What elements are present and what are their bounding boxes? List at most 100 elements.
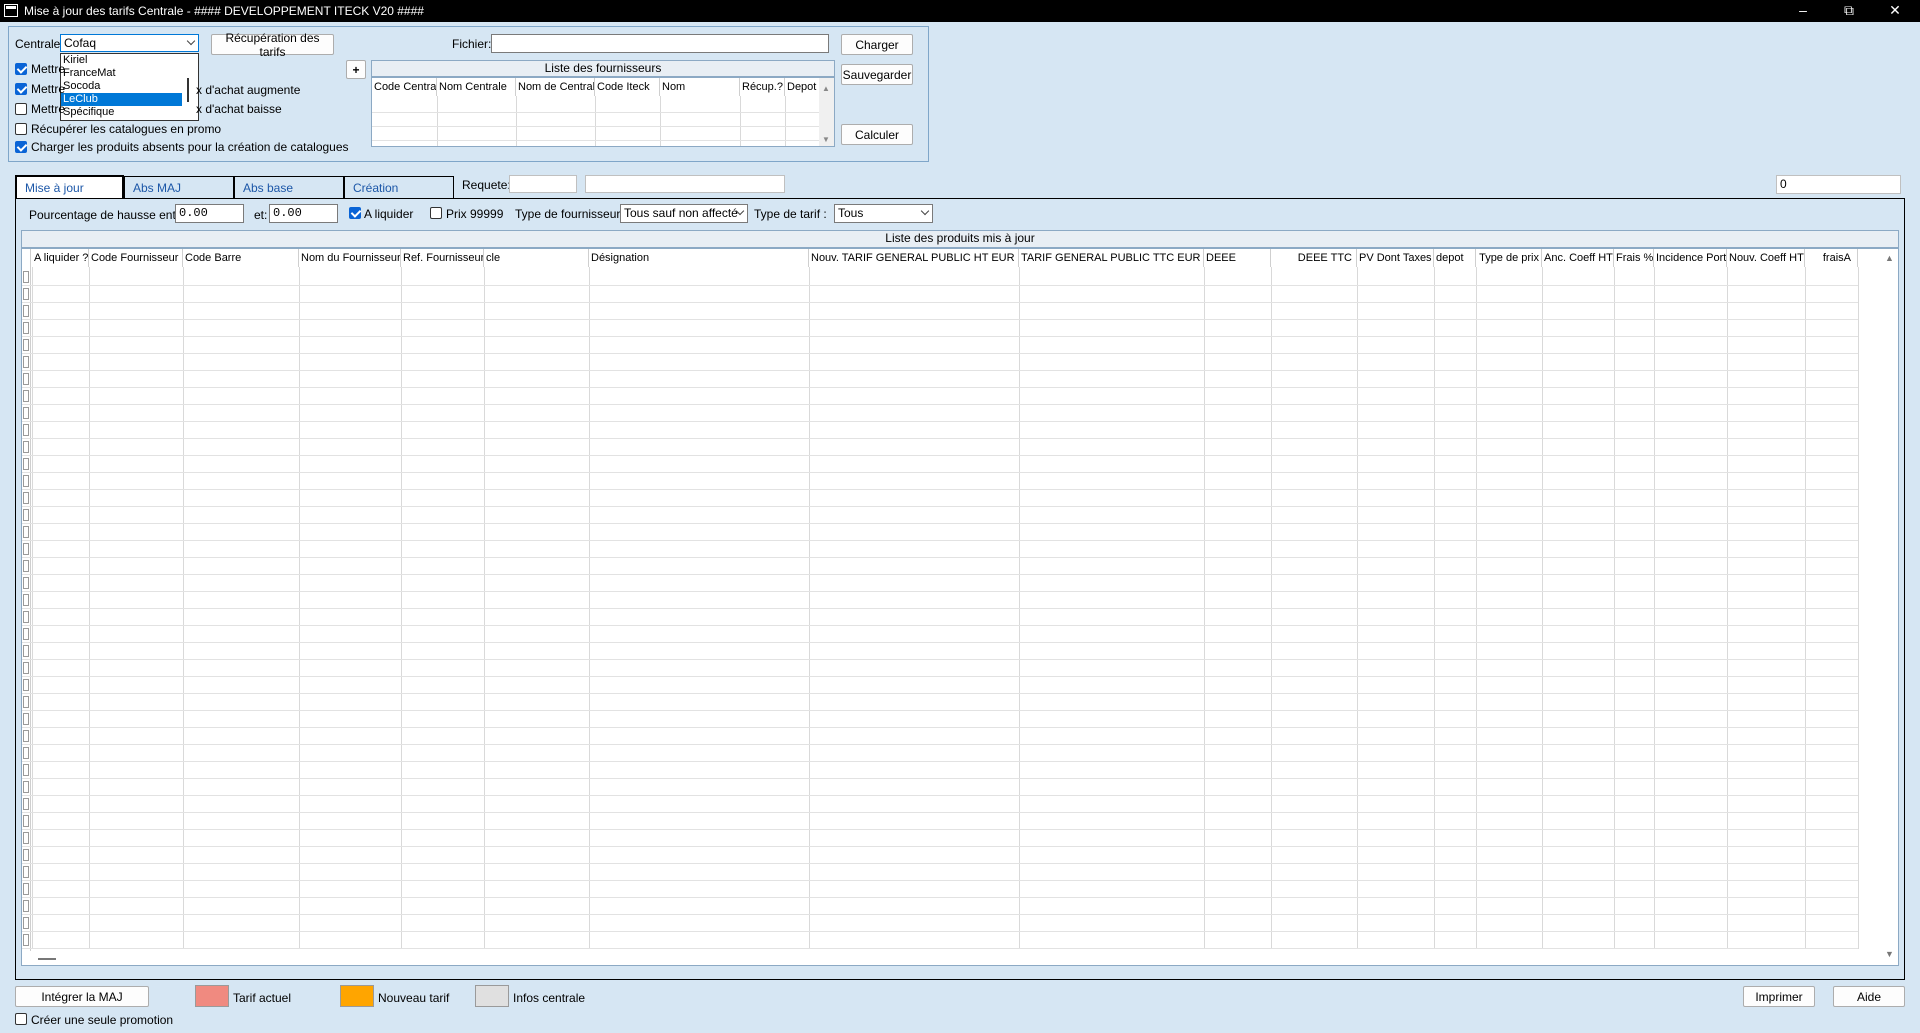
produits-scrollbar[interactable]: ▲ ▼ xyxy=(1881,249,1898,965)
row-selector[interactable] xyxy=(23,407,29,419)
tab-abs-maj[interactable]: Abs MAJ xyxy=(124,176,234,198)
row-selector[interactable] xyxy=(23,322,29,334)
row-selector[interactable] xyxy=(23,849,29,861)
dropdown-option-selected[interactable]: LeClub xyxy=(61,93,182,106)
column-header[interactable]: Anc. Coeff HT xyxy=(1542,249,1614,267)
column-header[interactable]: Frais % xyxy=(1614,249,1654,267)
minimize-button[interactable]: – xyxy=(1780,0,1826,22)
scroll-up-icon[interactable]: ▲ xyxy=(822,84,830,93)
row-selector[interactable] xyxy=(23,373,29,385)
row-selector[interactable] xyxy=(23,543,29,555)
row-selector[interactable] xyxy=(23,628,29,640)
column-header[interactable]: DEEE TTC xyxy=(1271,249,1357,267)
pourcentage-to-input[interactable]: 0.00 xyxy=(269,204,338,223)
dropdown-option[interactable]: Spécifique xyxy=(61,106,198,119)
a-liquider-checkbox[interactable] xyxy=(349,207,361,219)
row-selector[interactable] xyxy=(23,594,29,606)
pourcentage-from-input[interactable]: 0.00 xyxy=(175,204,244,223)
fichier-input[interactable] xyxy=(491,34,829,53)
column-header[interactable]: Récup.? xyxy=(740,78,785,96)
column-header[interactable]: Depot xyxy=(785,78,820,96)
row-selector[interactable] xyxy=(23,662,29,674)
row-selector[interactable] xyxy=(23,458,29,470)
row-selector[interactable] xyxy=(23,288,29,300)
row-selector[interactable] xyxy=(23,645,29,657)
mettre-checkbox-3[interactable] xyxy=(15,103,27,115)
row-selector[interactable] xyxy=(23,917,29,929)
scroll-up-icon[interactable]: ▲ xyxy=(1885,253,1894,263)
dropdown-scrollbar[interactable] xyxy=(187,78,189,102)
row-selector[interactable] xyxy=(23,611,29,623)
row-selector[interactable] xyxy=(23,798,29,810)
requete-input-2[interactable] xyxy=(585,175,785,193)
close-button[interactable]: ✕ xyxy=(1872,0,1918,22)
mettre-checkbox-2[interactable] xyxy=(15,83,27,95)
dropdown-option[interactable]: FranceMat xyxy=(61,67,198,80)
column-header[interactable]: Code Fournisseur xyxy=(89,249,183,267)
column-header[interactable]: Nom du Fournisseur xyxy=(299,249,401,267)
charger-button[interactable]: Charger xyxy=(841,34,913,55)
sauvegarder-button[interactable]: Sauvegarder xyxy=(841,64,913,85)
row-selector[interactable] xyxy=(23,764,29,776)
column-header[interactable]: Désignation xyxy=(589,249,809,267)
fournisseurs-scrollbar[interactable]: ▲ ▼ xyxy=(819,78,834,146)
column-header[interactable]: DEEE xyxy=(1204,249,1271,267)
row-selector[interactable] xyxy=(23,475,29,487)
row-selector[interactable] xyxy=(23,696,29,708)
centrale-select[interactable]: Cofaq xyxy=(60,34,199,52)
row-selector[interactable] xyxy=(23,832,29,844)
row-selector[interactable] xyxy=(23,339,29,351)
type-tarif-select[interactable]: Tous xyxy=(834,204,933,223)
integrer-maj-button[interactable]: Intégrer la MAJ xyxy=(15,986,149,1007)
row-selector[interactable] xyxy=(23,509,29,521)
scroll-down-icon[interactable]: ▼ xyxy=(822,135,830,144)
recuperation-tarifs-button[interactable]: Récupération des tarifs xyxy=(211,31,334,59)
row-selector[interactable] xyxy=(23,747,29,759)
row-selector[interactable] xyxy=(23,730,29,742)
row-selector[interactable] xyxy=(23,271,29,283)
creer-promo-checkbox[interactable] xyxy=(15,1013,27,1025)
column-header[interactable]: Code Iteck xyxy=(595,78,660,96)
centrale-dropdown[interactable]: Kiriel FranceMat Socoda LeClub Spécifiqu… xyxy=(60,53,199,121)
tab-mise-a-jour[interactable]: Mise à jour xyxy=(15,175,124,199)
column-header[interactable]: Nouv. Coeff HT xyxy=(1727,249,1805,267)
produits-h-scrollbar[interactable] xyxy=(22,951,1882,965)
column-header[interactable]: TARIF GENERAL PUBLIC TTC EUR xyxy=(1019,249,1204,267)
row-selector[interactable] xyxy=(23,441,29,453)
row-selector[interactable] xyxy=(23,305,29,317)
row-selector[interactable] xyxy=(23,679,29,691)
column-header[interactable]: cle xyxy=(484,249,589,267)
produits-grid[interactable]: A liquider ? Code Fournisseur Code Barre… xyxy=(21,248,1899,966)
row-selector[interactable] xyxy=(23,713,29,725)
column-header[interactable]: Code Barre xyxy=(183,249,299,267)
column-header[interactable]: Nom Centrale xyxy=(437,78,516,96)
row-selector[interactable] xyxy=(23,424,29,436)
imprimer-button[interactable]: Imprimer xyxy=(1743,986,1815,1007)
charger-absents-checkbox[interactable] xyxy=(15,141,27,153)
calculer-button[interactable]: Calculer xyxy=(841,124,913,145)
column-header[interactable]: fraisA xyxy=(1805,249,1858,267)
scroll-down-icon[interactable]: ▼ xyxy=(1885,949,1894,959)
row-selector[interactable] xyxy=(23,560,29,572)
prix-99999-checkbox[interactable] xyxy=(430,207,442,219)
row-selector[interactable] xyxy=(23,815,29,827)
add-fournisseur-button[interactable]: + xyxy=(346,60,366,79)
column-header[interactable]: Incidence Port xyxy=(1654,249,1727,267)
column-header[interactable]: depot xyxy=(1434,249,1476,267)
mettre-checkbox-1[interactable] xyxy=(15,63,27,75)
restore-button[interactable]: ⧉ xyxy=(1826,0,1872,22)
column-header[interactable]: Nom xyxy=(660,78,740,96)
column-header[interactable]: Code Centra xyxy=(372,78,437,96)
tab-abs-base[interactable]: Abs base xyxy=(234,176,344,198)
dropdown-option[interactable]: Kiriel xyxy=(61,54,198,67)
row-selector[interactable] xyxy=(23,900,29,912)
column-header[interactable]: A liquider ? xyxy=(32,249,89,267)
row-selector[interactable] xyxy=(23,866,29,878)
row-selector[interactable] xyxy=(23,526,29,538)
column-header[interactable]: Type de prix xyxy=(1476,249,1542,267)
row-selector[interactable] xyxy=(23,781,29,793)
row-selector[interactable] xyxy=(23,492,29,504)
row-selector[interactable] xyxy=(23,934,29,946)
column-header[interactable]: Nom de Centrale xyxy=(516,78,595,96)
column-header[interactable]: PV Dont Taxes xyxy=(1357,249,1434,267)
